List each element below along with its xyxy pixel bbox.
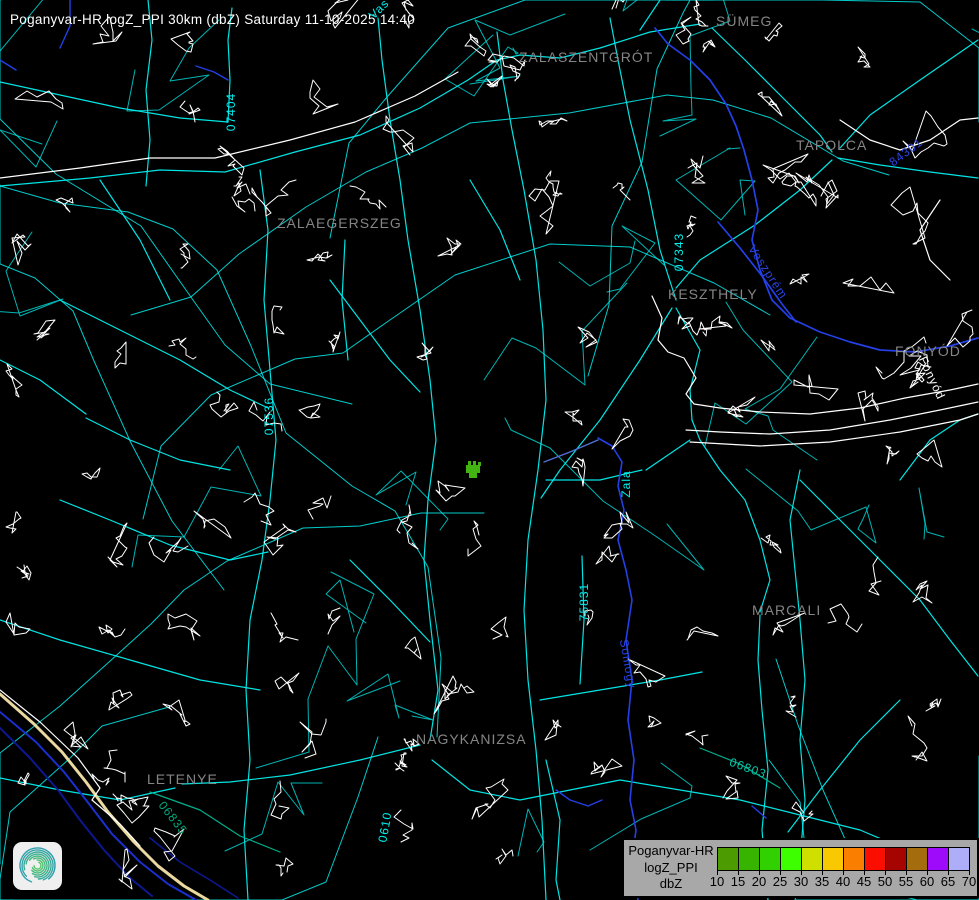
legend-tick-value: 50 <box>878 874 892 889</box>
legend-station-name: Poganyvar-HR <box>628 843 714 860</box>
radar-product-title: Poganyvar-HR logZ_PPI 30km (dbZ) Saturda… <box>10 12 415 27</box>
legend-tick-value: 25 <box>773 874 787 889</box>
legend-tick-value: 15 <box>731 874 745 889</box>
legend-color-25dbz <box>781 847 802 871</box>
city-label-nagykanizsa: NAGYKANIZSA <box>416 731 527 747</box>
radar-echo <box>466 465 480 473</box>
city-label-tapolca: TAPOLCA <box>796 137 867 153</box>
city-label-zalaegerszeg: ZALAEGERSZEG <box>277 215 402 231</box>
city-label-keszthely: KESZTHELY <box>668 286 758 302</box>
legend-tick-value: 55 <box>899 874 913 889</box>
road-label-75831: 75831 <box>577 583 591 621</box>
legend-color-65dbz <box>949 847 970 871</box>
road-label-07343: 07343 <box>672 233 686 271</box>
legend-color-10dbz <box>717 847 739 871</box>
radar-image: Poganyvar-HR logZ_PPI 30km (dbZ) Saturda… <box>0 0 979 900</box>
city-label-zalaszentgrót: ZALASZENTGRÓT <box>519 49 653 65</box>
legend-unit: dbZ <box>628 876 714 893</box>
radar-echo <box>469 473 477 478</box>
radar-echo <box>473 461 476 465</box>
legend-text-block: Poganyvar-HR logZ_PPI dbZ <box>628 843 714 893</box>
legend-tick-value: 20 <box>752 874 766 889</box>
city-label-marcali: MARCALI <box>752 602 821 618</box>
legend-color-50dbz <box>886 847 907 871</box>
legend-color-30dbz <box>802 847 823 871</box>
legend-tick-value: 30 <box>794 874 808 889</box>
spiral-icon <box>13 842 62 890</box>
legend-color-60dbz <box>928 847 949 871</box>
road-label-07404: 07404 <box>224 93 238 131</box>
legend-color-20dbz <box>760 847 781 871</box>
legend-tick-value: 65 <box>941 874 955 889</box>
road-label-zala: Zala <box>619 470 633 497</box>
legend-tick-value: 35 <box>815 874 829 889</box>
legend-tick-value: 60 <box>920 874 934 889</box>
city-label-sümeg: SÜMEG <box>716 13 772 29</box>
legend-color-55dbz <box>907 847 928 871</box>
map-canvas <box>0 0 979 900</box>
met-spiral-logo <box>13 842 62 890</box>
road-label-07536: 07536 <box>262 397 276 435</box>
legend-color-35dbz <box>823 847 844 871</box>
legend-tick-value: 10 <box>710 874 724 889</box>
legend-color-15dbz <box>739 847 760 871</box>
city-label-letenye: LETENYE <box>147 771 218 787</box>
radar-echo <box>478 462 481 466</box>
legend-panel: Poganyvar-HR logZ_PPI dbZ 10 15 20 25 30 35 40… <box>622 838 979 898</box>
legend-color-45dbz <box>865 847 886 871</box>
legend-colorbar <box>717 847 970 869</box>
legend-tick-value: 70 <box>962 874 976 889</box>
legend-color-40dbz <box>844 847 865 871</box>
legend-tick-value: 40 <box>836 874 850 889</box>
legend-tick-value: 45 <box>857 874 871 889</box>
radar-echo <box>468 461 471 465</box>
legend-product-name: logZ_PPI <box>628 860 714 877</box>
